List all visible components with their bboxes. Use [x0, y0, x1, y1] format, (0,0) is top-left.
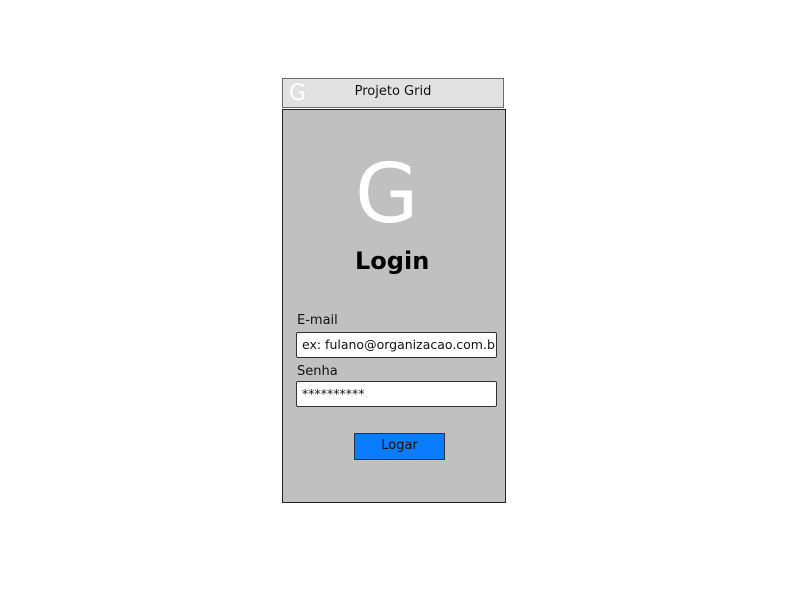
app-window: G Projeto Grid G Login E-mail ex: fulano… [282, 78, 506, 503]
email-field[interactable]: ex: fulano@organizacao.com.br [296, 332, 497, 358]
login-button[interactable]: Logar [354, 433, 445, 460]
logo-icon: G [355, 147, 419, 242]
page-title: Login [355, 247, 430, 275]
login-panel: G Login E-mail ex: fulano@organizacao.co… [282, 109, 506, 503]
password-field[interactable]: ********** [296, 381, 497, 407]
password-label: Senha [297, 364, 338, 379]
email-label: E-mail [297, 313, 338, 328]
title-bar: G Projeto Grid [282, 78, 504, 108]
window-title: Projeto Grid [354, 84, 432, 99]
